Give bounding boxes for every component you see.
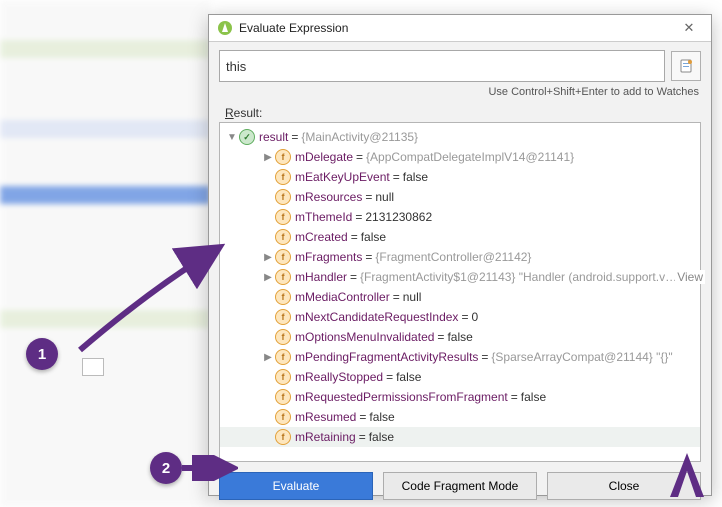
field-value: {SparseArrayCompat@21144} "{}" (491, 350, 672, 364)
field-icon: f (275, 209, 291, 225)
field-icon: f (275, 389, 291, 405)
hint-text: Use Control+Shift+Enter to add to Watche… (219, 86, 699, 98)
tree-row[interactable]: fmRequestedPermissionsFromFragment = fal… (220, 387, 700, 407)
field-value: false (361, 230, 386, 244)
field-icon: f (275, 289, 291, 305)
tree-row[interactable]: fmResources = null (220, 187, 700, 207)
field-icon: f (275, 269, 291, 285)
tree-row[interactable]: ▼✓result = {MainActivity@21135} (220, 127, 700, 147)
field-value: false (403, 170, 428, 184)
tree-row[interactable]: fmCreated = false (220, 227, 700, 247)
field-name: mCreated (295, 230, 348, 244)
field-value: {AppCompatDelegateImplV14@21141} (366, 150, 574, 164)
field-value: null (403, 290, 422, 304)
tree-row[interactable]: fmOptionsMenuInvalidated = false (220, 327, 700, 347)
evaluate-expression-dialog: Evaluate Expression ✕ Use Control+Shift+… (208, 14, 712, 496)
field-name: mHandler (295, 270, 347, 284)
field-icon: f (275, 429, 291, 445)
clipboard-icon (678, 58, 694, 74)
view-link[interactable]: View (675, 270, 701, 284)
field-value: false (447, 330, 472, 344)
field-icon: f (275, 309, 291, 325)
field-name: mOptionsMenuInvalidated (295, 330, 434, 344)
tree-row[interactable]: fmRetaining = false (220, 427, 700, 447)
field-icon: f (275, 329, 291, 345)
dialog-close-button[interactable]: ✕ (671, 15, 707, 41)
field-value: 0 (471, 310, 478, 324)
tree-row[interactable]: ▶fmDelegate = {AppCompatDelegateImplV14@… (220, 147, 700, 167)
result-icon: ✓ (239, 129, 255, 145)
tree-row[interactable]: fmResumed = false (220, 407, 700, 427)
field-name: mDelegate (295, 150, 353, 164)
field-name: mRetaining (295, 430, 356, 444)
field-name: mMediaController (295, 290, 390, 304)
field-icon: f (275, 169, 291, 185)
field-name: mPendingFragmentActivityResults (295, 350, 478, 364)
field-name: mRequestedPermissionsFromFragment (295, 390, 508, 404)
tree-row[interactable]: fmReallyStopped = false (220, 367, 700, 387)
tree-row[interactable]: fmThemeId = 2131230862 (220, 207, 700, 227)
toolbar-icon (82, 358, 104, 376)
field-icon: f (275, 409, 291, 425)
field-value: false (369, 430, 394, 444)
field-icon: f (275, 369, 291, 385)
evaluate-button[interactable]: Evaluate (219, 472, 373, 500)
field-name: mResources (295, 190, 362, 204)
field-value: false (369, 410, 394, 424)
field-icon: f (275, 189, 291, 205)
field-value: 2131230862 (365, 210, 432, 224)
field-name: mReallyStopped (295, 370, 383, 384)
dialog-title: Evaluate Expression (239, 21, 671, 35)
field-value: false (521, 390, 546, 404)
field-value: {FragmentController@21142} (375, 250, 531, 264)
expand-arrow-icon[interactable]: ▶ (262, 352, 274, 363)
field-name: mFragments (295, 250, 362, 264)
field-icon: f (275, 229, 291, 245)
expand-arrow-icon[interactable]: ▶ (262, 252, 274, 263)
field-name: result (259, 130, 288, 144)
tree-row[interactable]: fmNextCandidateRequestIndex = 0 (220, 307, 700, 327)
tree-row[interactable]: ▶fmPendingFragmentActivityResults = {Spa… (220, 347, 700, 367)
android-studio-icon (217, 20, 233, 36)
field-icon: f (275, 249, 291, 265)
expression-input[interactable] (219, 50, 665, 82)
field-value: {FragmentActivity$1@21143} "Handler (and… (360, 270, 677, 284)
tree-row[interactable]: fmEatKeyUpEvent = false (220, 167, 700, 187)
expand-arrow-icon[interactable]: ▼ (226, 132, 238, 143)
result-label: Result: (225, 106, 701, 120)
code-fragment-mode-button[interactable]: Code Fragment Mode (383, 472, 537, 500)
tree-row[interactable]: ▶fmFragments = {FragmentController@21142… (220, 247, 700, 267)
field-value: null (375, 190, 394, 204)
tree-row[interactable]: ▶fmHandler = {FragmentActivity$1@21143} … (220, 267, 700, 287)
expand-arrow-icon[interactable]: ▶ (262, 272, 274, 283)
field-name: mResumed (295, 410, 356, 424)
field-name: mNextCandidateRequestIndex (295, 310, 458, 324)
field-name: mEatKeyUpEvent (295, 170, 390, 184)
result-tree[interactable]: ▼✓result = {MainActivity@21135}▶fmDelega… (219, 122, 701, 462)
expand-arrow-icon[interactable]: ▶ (262, 152, 274, 163)
field-name: mThemeId (295, 210, 352, 224)
field-icon: f (275, 149, 291, 165)
field-value: {MainActivity@21135} (301, 130, 418, 144)
expression-history-button[interactable] (671, 51, 701, 81)
titlebar: Evaluate Expression ✕ (209, 15, 711, 42)
tree-row[interactable]: fmMediaController = null (220, 287, 700, 307)
annotation-badge-2: 2 (150, 452, 182, 484)
field-value: false (396, 370, 421, 384)
annotation-badge-1: 1 (26, 338, 58, 370)
brand-logo-icon (660, 447, 714, 501)
field-icon: f (275, 349, 291, 365)
